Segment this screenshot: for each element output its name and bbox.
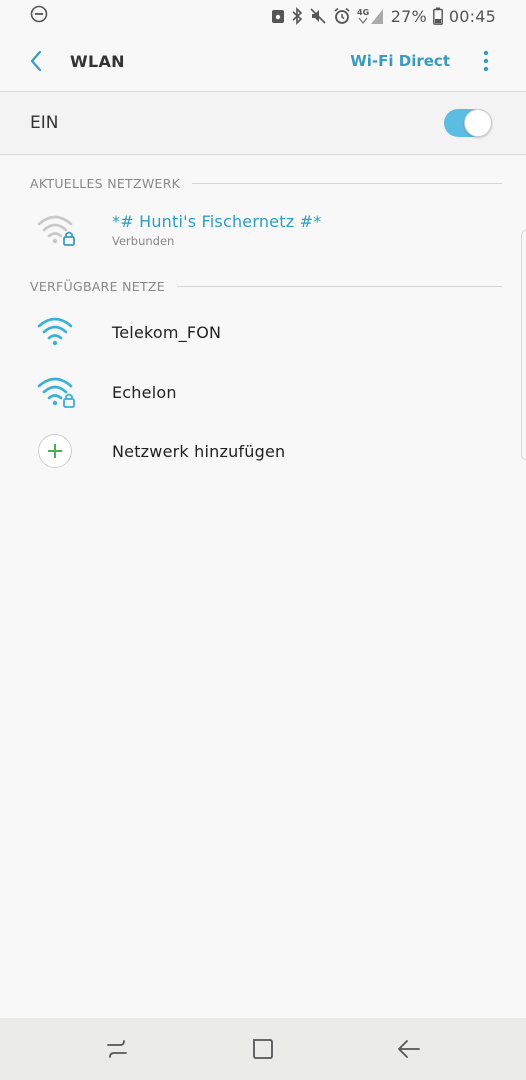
divider bbox=[0, 154, 526, 155]
mute-icon bbox=[309, 7, 327, 25]
app-bar: WLAN Wi-Fi Direct bbox=[0, 32, 526, 90]
navigation-bar bbox=[0, 1018, 526, 1080]
section-title: AKTUELLES NETZWERK bbox=[30, 175, 181, 191]
add-network-item[interactable]: Netzwerk hinzufügen bbox=[0, 421, 526, 481]
master-switch-label: EIN bbox=[30, 113, 59, 133]
chevron-left-icon bbox=[30, 50, 42, 72]
battery-icon bbox=[432, 7, 443, 25]
more-vert-icon bbox=[483, 50, 489, 72]
more-options-button[interactable] bbox=[472, 41, 500, 81]
current-network-name: *# Hunti's Fischernetz #* bbox=[112, 212, 322, 231]
dnd-icon bbox=[30, 5, 48, 27]
back-button[interactable] bbox=[6, 32, 66, 90]
current-network-item[interactable]: *# Hunti's Fischernetz #* Verbunden bbox=[0, 200, 526, 260]
network-name: Echelon bbox=[112, 382, 177, 402]
wifi-direct-button[interactable]: Wi-Fi Direct bbox=[350, 52, 450, 70]
network-item-echelon[interactable]: Echelon bbox=[0, 362, 526, 422]
status-bar: 4G 27% 00:45 bbox=[0, 0, 526, 32]
plus-icon bbox=[48, 444, 62, 458]
current-network-status: Verbunden bbox=[112, 234, 175, 248]
add-network-button[interactable] bbox=[38, 434, 72, 468]
back-nav-button[interactable] bbox=[379, 1024, 439, 1074]
battery-percent: 27% bbox=[390, 6, 427, 26]
add-network-label: Netzwerk hinzufügen bbox=[112, 441, 286, 461]
home-icon bbox=[253, 1039, 273, 1059]
wlan-toggle[interactable] bbox=[444, 109, 492, 137]
signal-icon: 4G bbox=[357, 7, 385, 25]
section-line bbox=[192, 182, 502, 184]
section-header-current: AKTUELLES NETZWERK bbox=[30, 174, 502, 192]
lock-app-icon bbox=[271, 8, 285, 24]
alarm-icon bbox=[333, 7, 351, 25]
section-line bbox=[177, 285, 502, 287]
wlan-master-switch-row[interactable]: EIN bbox=[0, 92, 526, 154]
scroll-indicator[interactable] bbox=[521, 230, 526, 460]
wifi-icon bbox=[37, 317, 73, 346]
back-icon bbox=[398, 1040, 420, 1058]
home-button[interactable] bbox=[233, 1024, 293, 1074]
section-title: VERFÜGBARE NETZE bbox=[30, 278, 165, 294]
clock: 00:45 bbox=[448, 6, 496, 26]
page-title: WLAN bbox=[70, 51, 125, 71]
bluetooth-icon bbox=[291, 7, 303, 25]
wifi-lock-icon bbox=[37, 215, 75, 246]
recents-icon bbox=[107, 1040, 127, 1058]
network-name: Telekom_FON bbox=[112, 322, 222, 342]
network-type-label: 4G bbox=[357, 8, 369, 17]
wifi-lock-icon bbox=[37, 377, 75, 408]
toggle-knob bbox=[464, 109, 492, 137]
recents-button[interactable] bbox=[87, 1024, 147, 1074]
section-header-available: VERFÜGBARE NETZE bbox=[30, 277, 502, 295]
network-item-telekom-fon[interactable]: Telekom_FON bbox=[0, 302, 526, 362]
